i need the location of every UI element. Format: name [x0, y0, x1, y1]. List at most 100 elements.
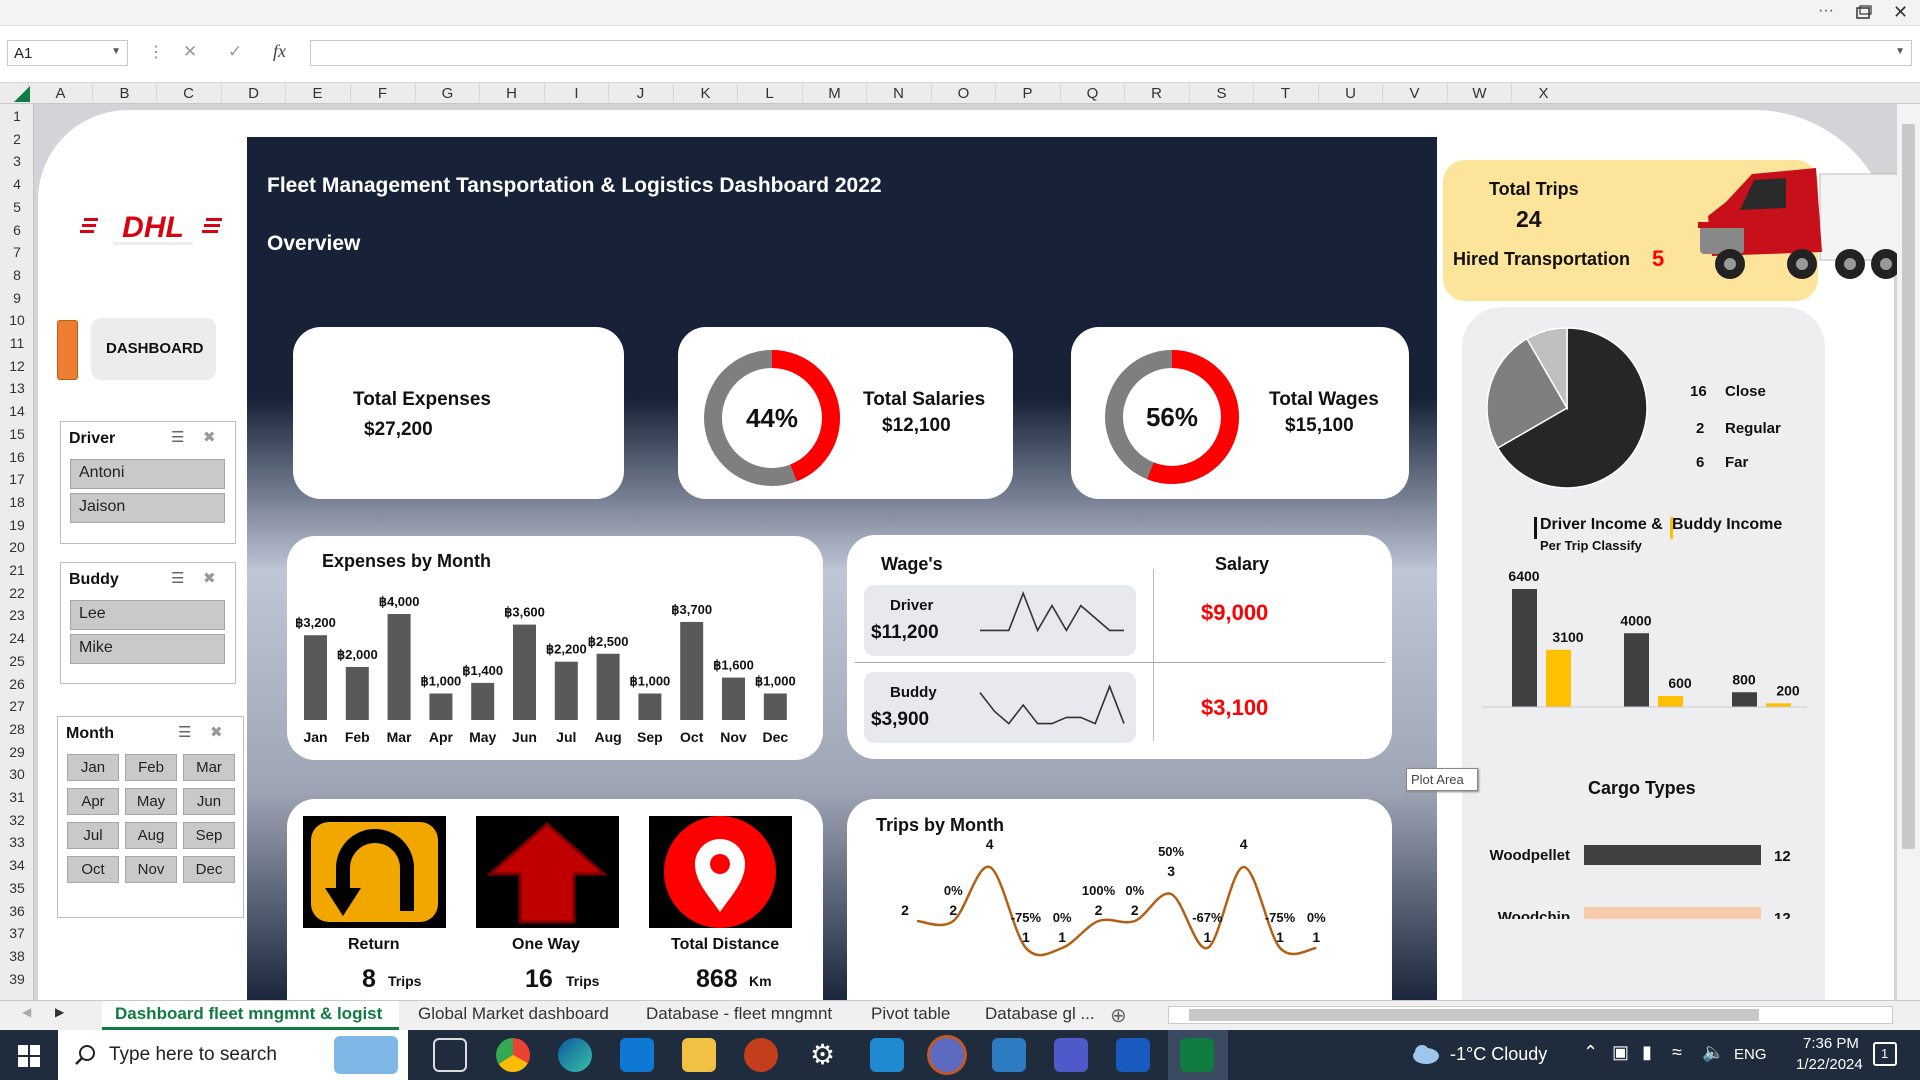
column-header[interactable]: T — [1253, 83, 1317, 104]
powerpoint-icon[interactable] — [744, 1038, 778, 1072]
row-header[interactable]: 10 — [0, 310, 34, 330]
column-header[interactable]: C — [156, 83, 220, 104]
column-header[interactable]: O — [931, 83, 995, 104]
vscode-icon[interactable] — [870, 1038, 904, 1072]
row-header[interactable]: 32 — [0, 810, 34, 830]
column-header[interactable]: P — [995, 83, 1059, 104]
row-header[interactable]: 39 — [0, 969, 34, 989]
multi-select-icon[interactable]: ☰ — [178, 723, 191, 741]
column-header[interactable]: F — [350, 83, 414, 104]
waves-app-icon[interactable] — [992, 1038, 1026, 1072]
slicer-item-jaison[interactable]: Jaison — [70, 493, 225, 523]
scroll-thumb[interactable] — [1902, 124, 1915, 849]
column-header[interactable]: J — [608, 83, 672, 104]
scroll-thumb[interactable] — [1189, 1009, 1759, 1021]
row-header[interactable]: 26 — [0, 674, 34, 694]
multi-select-icon[interactable]: ☰ — [171, 428, 184, 446]
row-header[interactable]: 18 — [0, 492, 34, 512]
chrome-icon[interactable] — [496, 1038, 530, 1072]
row-header[interactable]: 22 — [0, 583, 34, 603]
volume-icon[interactable]: 🔈 — [1702, 1042, 1724, 1063]
windows-start-icon[interactable] — [18, 1045, 40, 1067]
row-header[interactable]: 25 — [0, 651, 34, 671]
word-icon[interactable] — [1116, 1038, 1150, 1072]
row-header[interactable]: 12 — [0, 356, 34, 376]
row-header[interactable]: 16 — [0, 447, 34, 467]
row-header[interactable]: 6 — [0, 220, 34, 240]
month-sep[interactable]: Sep — [183, 822, 235, 849]
row-header[interactable]: 1 — [0, 106, 34, 126]
column-header[interactable]: U — [1318, 83, 1382, 104]
more-options-icon[interactable]: ··· — [1818, 2, 1834, 20]
column-header[interactable]: E — [285, 83, 349, 104]
month-aug[interactable]: Aug — [125, 822, 177, 849]
month-jul[interactable]: Jul — [67, 822, 119, 849]
row-header[interactable]: 4 — [0, 174, 34, 194]
tab-pivot-table[interactable]: Pivot table — [871, 1004, 950, 1024]
column-header[interactable]: M — [802, 83, 866, 104]
row-header[interactable]: 37 — [0, 923, 34, 943]
row-header[interactable]: 33 — [0, 832, 34, 852]
horizontal-scrollbar[interactable] — [1168, 1006, 1893, 1024]
notification-icon[interactable]: 1 — [1873, 1042, 1897, 1066]
column-header[interactable]: S — [1189, 83, 1253, 104]
month-mar[interactable]: Mar — [183, 754, 235, 781]
row-header[interactable]: 3 — [0, 151, 34, 171]
month-dec[interactable]: Dec — [183, 856, 235, 883]
month-oct[interactable]: Oct — [67, 856, 119, 883]
row-header[interactable]: 23 — [0, 605, 34, 625]
column-header[interactable]: L — [737, 83, 801, 104]
clock-date[interactable]: 1/22/2024 — [1796, 1056, 1863, 1073]
row-header[interactable]: 20 — [0, 537, 34, 557]
column-header[interactable]: W — [1447, 83, 1511, 104]
row-header[interactable]: 35 — [0, 878, 34, 898]
row-header[interactable]: 21 — [0, 560, 34, 580]
column-header[interactable]: Q — [1060, 83, 1124, 104]
row-header[interactable]: 38 — [0, 946, 34, 966]
row-header[interactable]: 14 — [0, 401, 34, 421]
clock-time[interactable]: 7:36 PM — [1803, 1035, 1859, 1052]
taskbar-search-box[interactable]: Type here to search — [58, 1030, 408, 1080]
row-header[interactable]: 9 — [0, 288, 34, 308]
row-header[interactable]: 11 — [0, 333, 34, 353]
row-header[interactable]: 17 — [0, 469, 34, 489]
row-header[interactable]: 2 — [0, 129, 34, 149]
month-may[interactable]: May — [125, 788, 177, 815]
meet-icon[interactable]: ▣ — [1612, 1042, 1629, 1063]
enter-icon[interactable]: ✓ — [228, 42, 242, 62]
dashboard-nav-button[interactable]: DASHBOARD — [91, 318, 216, 380]
column-header[interactable]: G — [415, 83, 479, 104]
month-apr[interactable]: Apr — [67, 788, 119, 815]
month-nov[interactable]: Nov — [125, 856, 177, 883]
slicer-item-mike[interactable]: Mike — [70, 634, 225, 664]
name-box-menu-icon[interactable]: ⋮ — [148, 42, 164, 62]
restore-icon[interactable] — [1856, 5, 1872, 19]
column-header[interactable]: K — [673, 83, 737, 104]
row-header[interactable]: 15 — [0, 424, 34, 444]
weather-text[interactable]: -1°C Cloudy — [1450, 1044, 1547, 1065]
row-header[interactable]: 7 — [0, 242, 34, 262]
excel-icon[interactable] — [1180, 1038, 1214, 1072]
multi-select-icon[interactable]: ☰ — [171, 569, 184, 587]
clear-filter-icon[interactable]: ✖ — [203, 428, 216, 446]
tab-scroll-left-icon[interactable]: ◀ — [22, 1005, 31, 1019]
tab-database-global[interactable]: Database gl ... — [985, 1004, 1095, 1024]
row-header[interactable]: 24 — [0, 628, 34, 648]
row-header[interactable]: 8 — [0, 265, 34, 285]
column-header[interactable]: V — [1382, 83, 1446, 104]
column-header[interactable]: X — [1511, 83, 1575, 104]
row-header[interactable]: 19 — [0, 515, 34, 535]
row-header[interactable]: 34 — [0, 855, 34, 875]
month-jan[interactable]: Jan — [67, 754, 119, 781]
task-view-icon[interactable] — [433, 1038, 467, 1072]
clear-filter-icon[interactable]: ✖ — [210, 723, 223, 741]
file-explorer-icon[interactable] — [682, 1038, 716, 1072]
row-header[interactable]: 30 — [0, 764, 34, 784]
language-indicator[interactable]: ENG — [1734, 1046, 1767, 1063]
row-header[interactable]: 28 — [0, 719, 34, 739]
row-header[interactable]: 13 — [0, 378, 34, 398]
slicer-item-antoni[interactable]: Antoni — [70, 459, 225, 489]
column-header[interactable]: B — [92, 83, 156, 104]
chevron-down-icon[interactable]: ▼ — [1895, 46, 1905, 57]
row-header[interactable]: 27 — [0, 696, 34, 716]
